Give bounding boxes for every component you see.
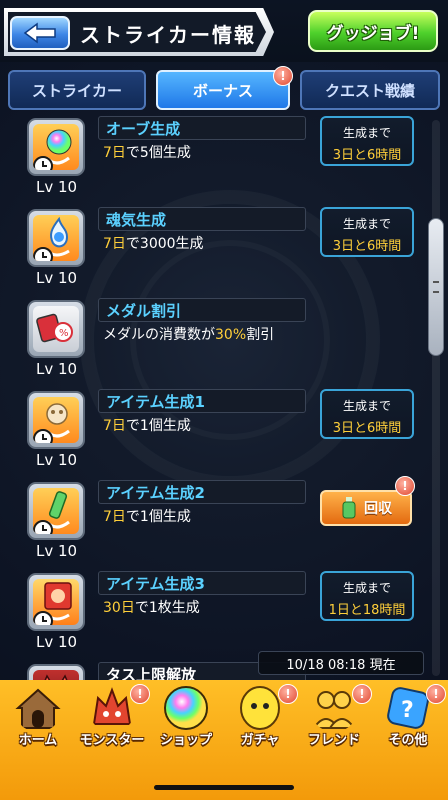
bonus-name: 魂気生成 <box>106 211 167 229</box>
scrollbar-track[interactable] <box>432 120 440 676</box>
bonus-desc: 7日で1個生成 <box>103 418 191 434</box>
tab-quest-record[interactable]: クエスト戦績 <box>300 70 440 110</box>
back-button[interactable] <box>10 16 70 50</box>
bonus-list[interactable]: Lv 10 オーブ生成 7日で5個生成 生成まで 3日と6時間 Lv 10 魂気… <box>0 116 448 682</box>
bonus-level: Lv 10 <box>36 633 78 651</box>
monster-icon <box>92 687 132 725</box>
scroll-grip-icon <box>433 281 439 293</box>
bonus-item-item2[interactable]: Lv 10 アイテム生成2 7日で1個生成 回収 ! <box>0 476 448 571</box>
nav-badge: ! <box>130 684 150 704</box>
timestamp: 10/18 08:18 現在 <box>258 651 424 675</box>
bonus-icon-frame <box>27 573 85 631</box>
svg-text:?: ? <box>401 698 414 723</box>
bonus-desc: 7日で5個生成 <box>103 145 191 161</box>
nav-badge: ! <box>352 684 372 704</box>
tab-bonus[interactable]: ボーナス <box>156 70 290 110</box>
bonus-name: アイテム生成1 <box>106 393 205 411</box>
bonus-desc: メダルの消費数が30%割引 <box>103 327 275 343</box>
medal-discount-icon: % <box>36 313 73 343</box>
page-title: ストライカー情報 <box>80 23 256 47</box>
bonus-level: Lv 10 <box>36 542 78 560</box>
nav-label: フレンド <box>307 733 360 748</box>
clock-icon <box>33 611 53 625</box>
bonus-icon-frame <box>27 118 85 176</box>
nav-label: ホーム <box>18 733 58 748</box>
collect-button[interactable]: 回収 <box>320 490 412 526</box>
clock-icon <box>33 520 53 534</box>
generation-timer[interactable]: 生成まで 1日と18時間 <box>320 571 414 621</box>
nav-monster[interactable]: モンスター ! <box>80 684 150 756</box>
bonus-icon-frame: % <box>27 300 85 358</box>
nav-label: その他 <box>388 733 428 748</box>
bonus-name: アイテム生成2 <box>106 484 205 502</box>
bonus-name: オーブ生成 <box>106 120 181 138</box>
scrollbar-thumb[interactable] <box>428 218 444 356</box>
svg-text:%: % <box>59 328 69 339</box>
generation-timer[interactable]: 生成まで 3日と6時間 <box>320 207 414 257</box>
good-job-button[interactable]: グッジョブ! <box>308 10 438 52</box>
other-icon: ? <box>387 687 429 729</box>
nav-label: ガチャ <box>240 733 280 748</box>
generation-timer[interactable]: 生成まで 3日と6時間 <box>320 116 414 166</box>
bonus-item-orb[interactable]: Lv 10 オーブ生成 7日で5個生成 生成まで 3日と6時間 <box>0 116 448 207</box>
home-icon <box>15 688 61 729</box>
back-arrow-icon <box>23 22 56 44</box>
bottle-icon <box>342 497 356 519</box>
bonus-icon-frame <box>27 482 85 540</box>
clock-icon <box>33 156 53 170</box>
nav-label: ショップ <box>159 733 212 748</box>
nav-other[interactable]: ? その他 ! <box>376 684 446 756</box>
nav-shop[interactable]: ショップ <box>154 684 218 756</box>
shop-orb-icon <box>164 686 208 730</box>
nav-label: モンスター <box>79 733 145 748</box>
nav-friends[interactable]: フレンド ! <box>302 684 372 756</box>
home-indicator[interactable] <box>154 785 294 790</box>
bonus-item-medal[interactable]: % Lv 10 メダル割引 メダルの消費数が30%割引 <box>0 298 448 389</box>
bonus-desc: 7日で3000生成 <box>103 236 204 252</box>
bonus-item-item1[interactable]: Lv 10 アイテム生成1 7日で1個生成 生成まで 3日と6時間 <box>0 389 448 480</box>
clock-icon <box>33 429 53 443</box>
bonus-desc: 7日で1個生成 <box>103 509 191 525</box>
nav-badge: ! <box>426 684 446 704</box>
nav-badge: ! <box>278 684 298 704</box>
bonus-level: Lv 10 <box>36 451 78 469</box>
bottom-nav: ホーム モンスター ! ショップ ガチャ ! フレンド ! ? その他 ! <box>0 680 448 800</box>
gacha-icon <box>240 686 280 730</box>
bonus-name: メダル割引 <box>106 302 182 320</box>
tab-bar: ストライカー ボーナス ! クエスト戦績 <box>0 66 448 114</box>
bonus-level: Lv 10 <box>36 269 78 287</box>
header: ストライカー情報 グッジョブ! <box>0 0 448 62</box>
bonus-item-soul[interactable]: Lv 10 魂気生成 7日で3000生成 生成まで 3日と6時間 <box>0 207 448 298</box>
bonus-icon-frame <box>27 209 85 267</box>
bonus-icon-frame <box>27 391 85 449</box>
clock-icon <box>33 247 53 261</box>
bonus-item-item3[interactable]: Lv 10 アイテム生成3 30日で1枚生成 生成まで 1日と18時間 <box>0 571 448 662</box>
nav-home[interactable]: ホーム <box>6 684 70 756</box>
bonus-level: Lv 10 <box>36 178 78 196</box>
tab-striker[interactable]: ストライカー <box>8 70 146 110</box>
bonus-level: Lv 10 <box>36 360 78 378</box>
generation-timer[interactable]: 生成まで 3日と6時間 <box>320 389 414 439</box>
bonus-desc: 30日で1枚生成 <box>103 600 200 616</box>
nav-gacha[interactable]: ガチャ ! <box>228 684 298 756</box>
collect-badge: ! <box>395 476 415 496</box>
bonus-name: アイテム生成3 <box>106 575 205 593</box>
friends-icon <box>312 691 356 729</box>
tab-bonus-badge: ! <box>273 66 293 86</box>
